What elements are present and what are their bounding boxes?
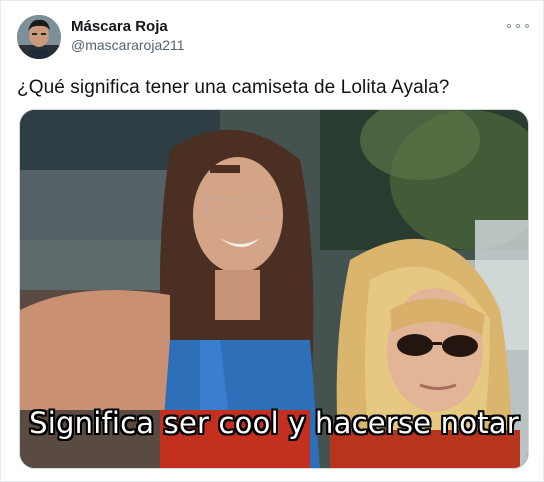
tweet-card: Máscara Roja @mascararoja211 ¿Qué signif… [0, 0, 544, 482]
display-name[interactable]: Máscara Roja [71, 18, 168, 35]
more-dot [516, 24, 520, 28]
more-dot [525, 24, 529, 28]
tweet-media[interactable]: Significa ser cool y hacerse notar [19, 109, 529, 469]
avatar[interactable] [17, 15, 61, 59]
more-dot [507, 24, 511, 28]
tweet-text: ¿Qué significa tener una camiseta de Lol… [17, 77, 450, 98]
more-options-icon[interactable] [507, 19, 529, 33]
avatar-image [17, 15, 61, 59]
user-handle[interactable]: @mascararoja211 [71, 37, 185, 53]
meme-caption: Significa ser cool y hacerse notar [29, 406, 519, 440]
